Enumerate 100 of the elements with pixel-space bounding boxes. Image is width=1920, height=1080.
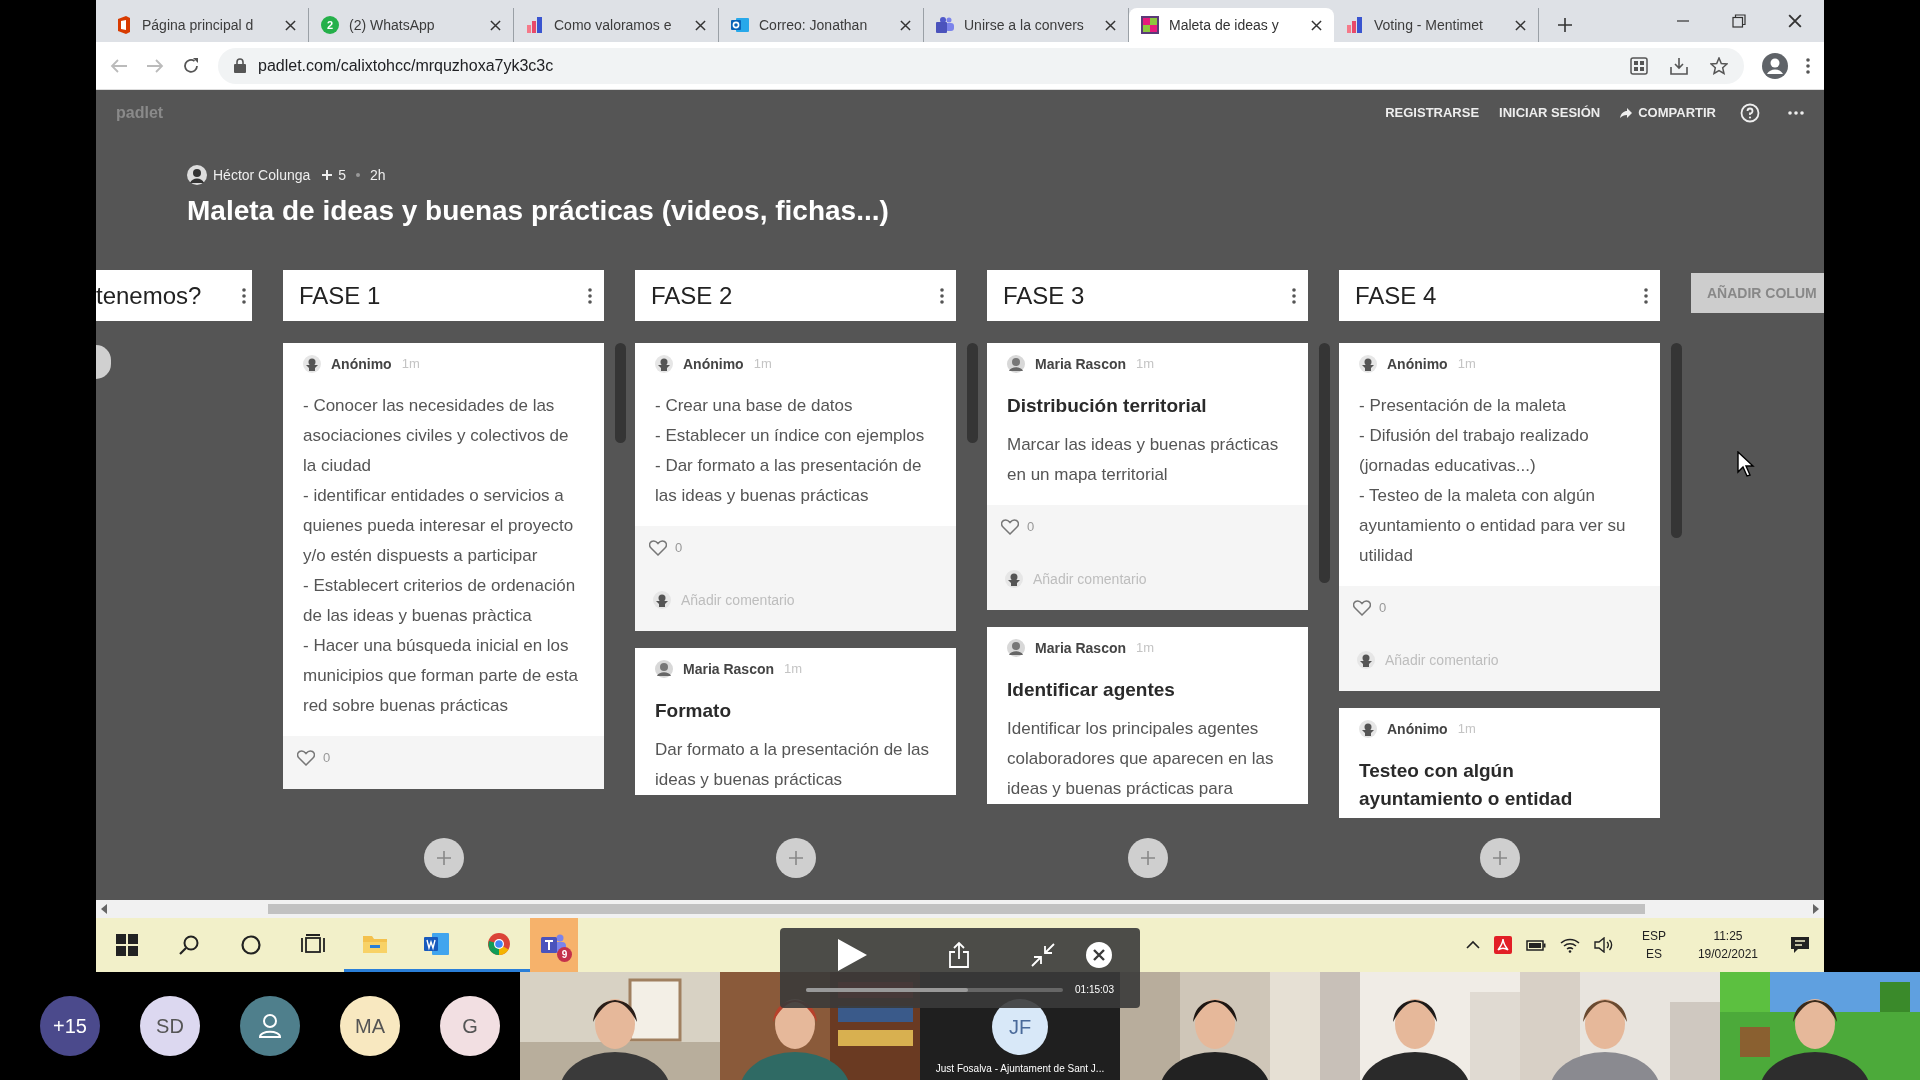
more-icon[interactable] — [1788, 110, 1804, 115]
clock-date[interactable]: 19/02/2021 — [1697, 945, 1758, 963]
board-title: Maleta de ideas y buenas prácticas (videos, fichas...) — [186, 194, 890, 228]
reload-icon[interactable] — [182, 56, 200, 75]
avatar-icon — [655, 660, 673, 678]
post-count: 5 — [338, 165, 347, 185]
avatar-icon — [187, 165, 207, 185]
post-title: Identificar agentes — [1007, 678, 1176, 702]
more-icon[interactable] — [1644, 287, 1648, 304]
heart-icon[interactable] — [1001, 519, 1019, 535]
help-icon[interactable] — [1740, 102, 1760, 123]
column-title: tenemos? — [96, 280, 202, 311]
wifi-icon[interactable] — [1559, 937, 1580, 953]
participant-avatar[interactable]: MA — [340, 996, 400, 1056]
play-icon[interactable] — [836, 938, 868, 972]
post-text: Dar formato a la presentación de las ideas y buenas prácticas — [655, 739, 931, 791]
heart-icon[interactable] — [649, 540, 667, 556]
close-icon[interactable] — [490, 19, 501, 31]
tile-icon — [1141, 16, 1159, 34]
post-card[interactable] — [283, 343, 604, 789]
notification-badge: 2 — [321, 16, 339, 34]
post-card[interactable]: Maria Rascon 1m Distribución territorial Marcar las ideas y buenas prácticas en un mapa territorial 0 Añadir comentario — [987, 343, 1308, 610]
more-icon[interactable] — [588, 287, 592, 304]
more-icon[interactable] — [940, 287, 944, 304]
address-bar[interactable]: padlet.com/calixtohcc/mrquzhoxa7yk3c3c — [218, 47, 1744, 84]
close-icon[interactable] — [900, 19, 911, 31]
volume-icon[interactable] — [1593, 937, 1614, 953]
post-text: Identificar los principales agentes colaboradores que aparecen en las ideas y buenas prácticas para — [1007, 718, 1275, 800]
more-icon[interactable] — [1806, 57, 1810, 74]
participant-avatar[interactable]: G — [440, 996, 500, 1056]
scrollbar-thumb[interactable] — [268, 904, 1645, 914]
language-indicator[interactable]: ESP — [1641, 927, 1666, 945]
grid-icon[interactable] — [1630, 56, 1648, 75]
post-text: - Hacer una búsqueda inicial en los municipios que forman parte de esta red sobre buenas prácticas — [303, 635, 579, 717]
plus-icon — [322, 170, 333, 180]
more-icon[interactable] — [242, 287, 246, 304]
close-icon[interactable] — [285, 19, 296, 31]
header-link[interactable]: REGISTRARSE — [1385, 102, 1480, 123]
progress-track[interactable] — [806, 987, 1064, 992]
notification-icon[interactable] — [1790, 935, 1810, 955]
app-icon[interactable] — [1493, 936, 1512, 954]
participant-avatar[interactable]: SD — [140, 996, 200, 1056]
add-post-button[interactable] — [1127, 838, 1168, 878]
add-post-button[interactable] — [775, 838, 816, 878]
like-count: 0 — [323, 749, 331, 768]
author-name: Anónimo — [331, 354, 392, 374]
anonymous-avatar-icon — [303, 355, 321, 373]
battery-icon[interactable] — [1525, 938, 1546, 952]
close-icon[interactable] — [695, 19, 706, 31]
close-icon[interactable] — [1311, 19, 1322, 31]
heart-icon[interactable] — [297, 750, 315, 766]
author-name: Maria Rascon — [1035, 354, 1127, 374]
scrollbar-thumb[interactable] — [1671, 343, 1682, 538]
browser-tab[interactable]: Maleta de ideas y — [1129, 8, 1334, 42]
heart-icon[interactable] — [1353, 600, 1371, 616]
profile-icon[interactable] — [1762, 52, 1788, 79]
scroll-left-icon[interactable] — [100, 904, 108, 914]
caret-icon[interactable] — [1465, 940, 1480, 950]
share-icon[interactable] — [948, 941, 970, 969]
participant-avatar[interactable] — [240, 996, 300, 1056]
post-text: - Conocer las necesidades de las asociaciones civiles y colectivos de la ciudad — [303, 395, 570, 477]
post-card[interactable]: Anónimo 1m - Crear una base de datos - Establecer un índice con ejemplos - Dar formato a las presentación de las ideas y buenas prácticas 0 Añadir comentario — [635, 343, 956, 631]
star-icon[interactable] — [1710, 56, 1728, 75]
participant-avatar[interactable]: +15 — [40, 996, 100, 1056]
close-icon[interactable] — [1788, 14, 1802, 28]
nav-button[interactable] — [96, 345, 111, 379]
post-card[interactable]: Anónimo 1m Testeo con algún ayuntamiento o entidad — [1339, 708, 1660, 818]
post-title: Testeo con algún ayuntamiento o entidad — [1359, 759, 1574, 811]
post-text: - Difusión del trabajo realizado (jornadas educativas...) — [1359, 425, 1590, 477]
clock-time[interactable]: 11:25 — [1713, 927, 1743, 945]
close-icon[interactable] — [1515, 19, 1526, 31]
post-text: - Establecer un índice con ejemplos — [655, 425, 926, 447]
post-card[interactable]: Maria Rascon 1m Formato Dar formato a la presentación de las ideas y buenas prácticas — [635, 648, 956, 795]
scrollbar-thumb[interactable] — [967, 343, 978, 443]
close-icon[interactable] — [1105, 19, 1116, 31]
time-label: 2h — [370, 165, 386, 185]
header-link[interactable]: COMPARTIR — [1620, 102, 1716, 123]
scrollbar-thumb[interactable] — [615, 343, 626, 443]
add-post-button[interactable] — [1479, 838, 1520, 878]
post-card[interactable]: Maria Rascon 1m Identificar agentes Identificar los principales agentes colaboradores que aparecen en las ideas y buenas prácticas para — [987, 627, 1308, 804]
restore-icon[interactable] — [1732, 14, 1746, 28]
add-post-button[interactable] — [423, 838, 464, 878]
anonymous-avatar-icon — [1359, 720, 1377, 738]
plus-icon[interactable] — [1557, 17, 1573, 33]
language-indicator[interactable]: ES — [1645, 945, 1662, 963]
post-card[interactable]: Anónimo 1m - Presentación de la maleta - Difusión del trabajo realizado (jornadas educativas...) - Testeo de la maleta con algún ayuntamiento o entidad para ver su utilidad 0 Añadir comentario — [1339, 343, 1660, 691]
scroll-right-icon[interactable] — [1812, 904, 1820, 914]
header-link[interactable]: INICIAR SESIÓN — [1499, 102, 1601, 123]
close-icon[interactable] — [1086, 942, 1112, 968]
anonymous-avatar-icon — [1357, 651, 1375, 669]
browser-icon — [487, 931, 511, 956]
more-icon[interactable] — [1292, 287, 1296, 304]
time-label: 1m — [753, 355, 772, 374]
post-title: Distribución territorial — [1007, 394, 1208, 418]
download-icon[interactable] — [1670, 56, 1688, 75]
scrollbar-thumb[interactable] — [1319, 343, 1330, 583]
collapse-icon[interactable] — [1030, 942, 1056, 968]
anonymous-avatar-icon — [1005, 570, 1023, 588]
person-icon — [258, 1013, 282, 1039]
taskbar-button[interactable]: 9 — [530, 918, 578, 972]
